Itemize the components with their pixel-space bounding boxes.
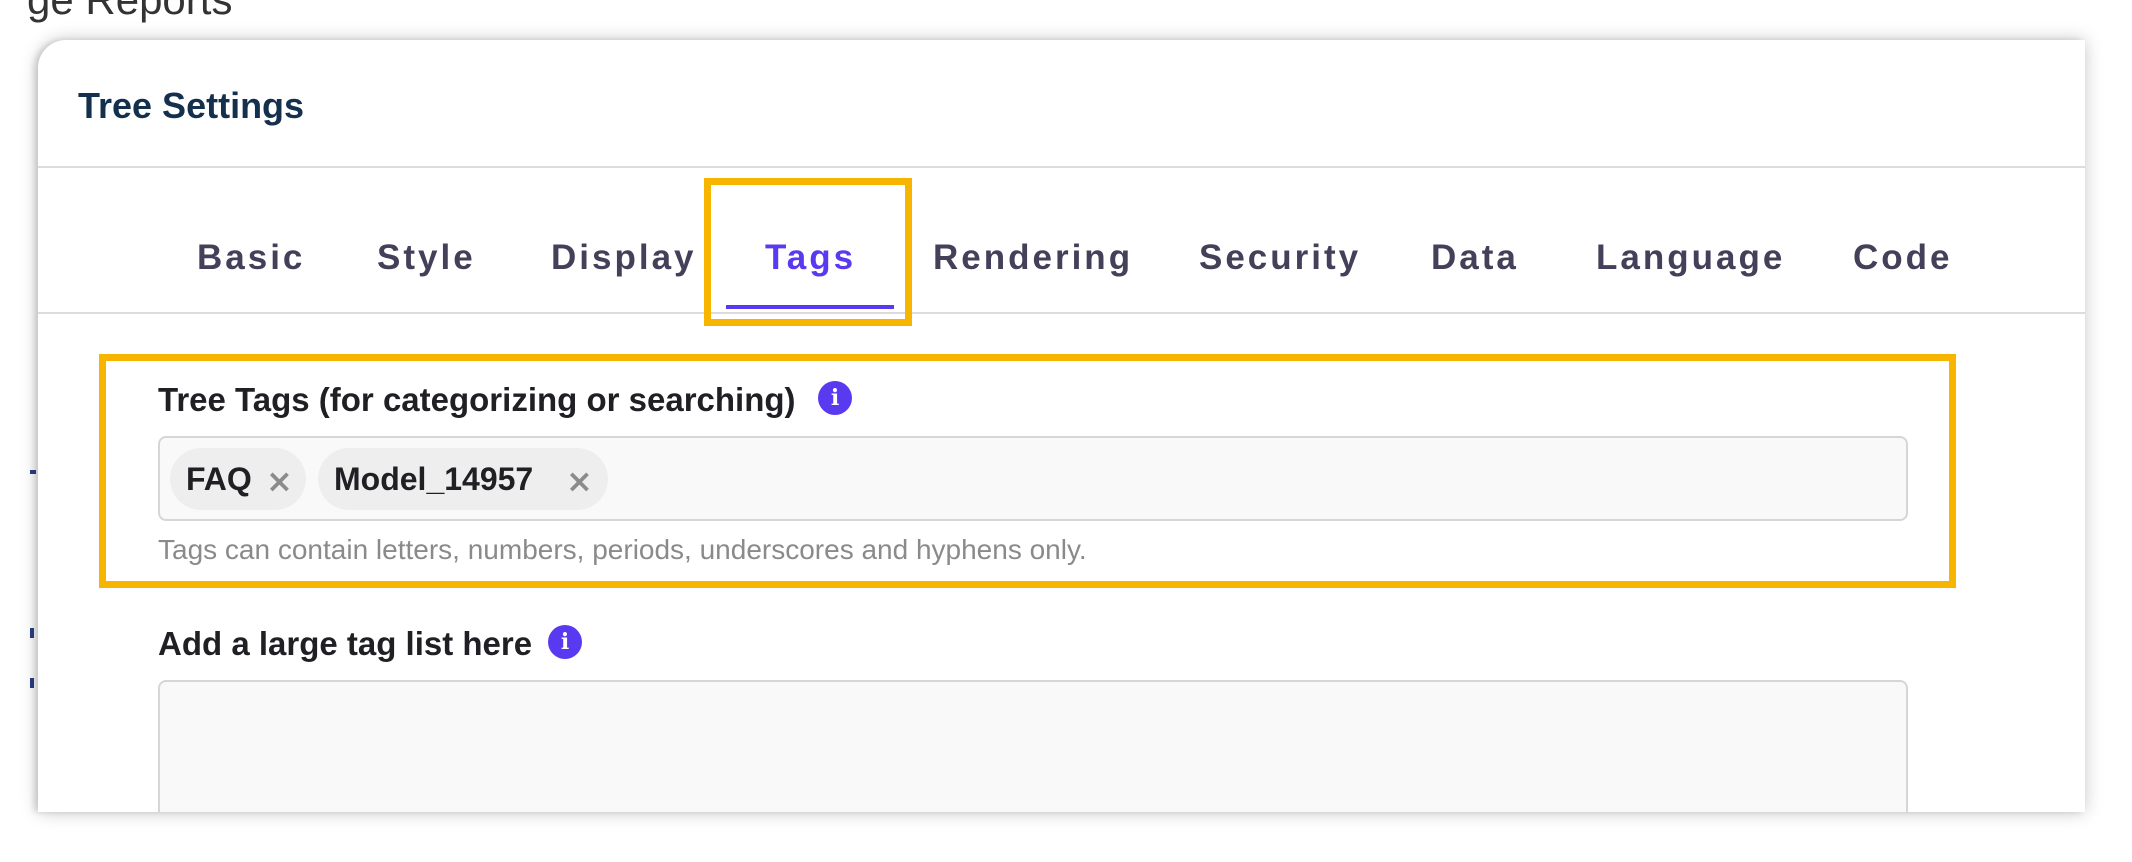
tab-language[interactable]: Language (1596, 238, 1785, 278)
tab-display[interactable]: Display (551, 238, 697, 278)
tab-rendering[interactable]: Rendering (933, 238, 1133, 278)
tab-data[interactable]: Data (1431, 238, 1519, 278)
dialog-title: Tree Settings (78, 85, 305, 126)
header-divider (38, 166, 2085, 168)
background-page-title: ge Reports (27, 0, 232, 24)
info-icon[interactable]: i (548, 625, 582, 659)
tab-basic[interactable]: Basic (197, 238, 305, 278)
background-edge-marker (30, 628, 34, 638)
tree-settings-dialog: Tree Settings Basic Style Display Tags R… (38, 40, 2085, 812)
tabs-divider (38, 312, 2085, 314)
tags-tab-highlight (704, 178, 912, 326)
tab-security[interactable]: Security (1199, 238, 1361, 278)
background-edge-marker (30, 470, 36, 474)
large-tag-list-label: Add a large tag list here (158, 625, 533, 662)
tab-code[interactable]: Code (1853, 238, 1953, 278)
large-tag-list-textarea[interactable] (158, 680, 1908, 812)
tab-style[interactable]: Style (377, 238, 476, 278)
background-edge-marker (30, 678, 34, 688)
tags-field-highlight (99, 354, 1956, 588)
